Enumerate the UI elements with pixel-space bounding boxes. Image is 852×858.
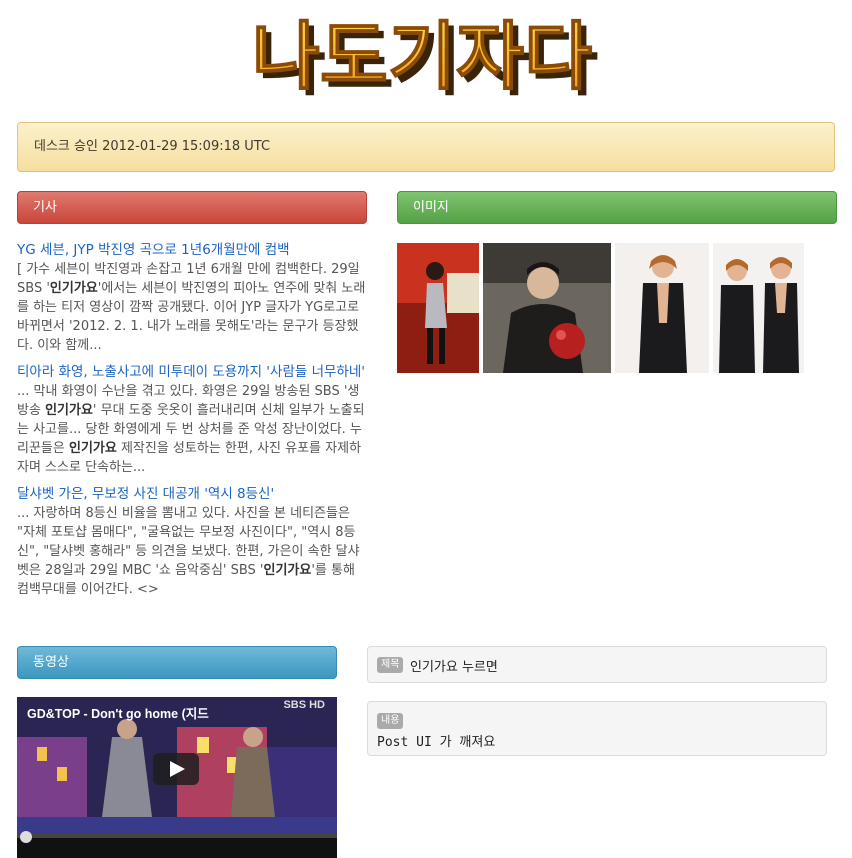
play-button-icon[interactable] <box>153 753 199 785</box>
approval-alert: 데스크 승인 2012-01-29 15:09:18 UTC <box>17 122 835 172</box>
gallery-photo-3[interactable] <box>615 243 709 373</box>
gallery-photo-4[interactable] <box>713 243 804 373</box>
post-content-tag: 내용 <box>377 713 404 729</box>
progress-knob[interactable] <box>20 831 32 843</box>
article-title-link[interactable]: YG 세븐, JYP 박진영 곡으로 1년6개월만에 컴백 <box>17 241 369 260</box>
video-player[interactable]: GD&TOP - Don't go home (지드 SBS HD <box>17 697 337 858</box>
article-snippet: ... 자랑하며 8등신 비율을 뽐내고 있다. 사진을 본 네티즌들은 "자체… <box>17 506 360 597</box>
logo-text: 나도기자다 <box>252 14 592 100</box>
video-section-header: 동영상 <box>17 646 337 679</box>
gallery-photo-1[interactable] <box>397 243 479 373</box>
post-content-value: Post UI 가 깨져요 <box>377 735 496 750</box>
images-section-header: 이미지 <box>397 191 837 224</box>
post-title-box: 제목 인기가요 누르면 <box>367 646 827 683</box>
post-title-value: 인기가요 누르면 <box>410 660 498 675</box>
article-item: YG 세븐, JYP 박진영 곡으로 1년6개월만에 컴백 [ 가수 세븐이 박… <box>17 241 369 355</box>
article-item: 달샤벳 가은, 무보정 사진 대공개 '역시 8등신' ... 자랑하며 8등신… <box>17 485 369 599</box>
approval-text: 데스크 승인 2012-01-29 15:09:18 UTC <box>34 139 271 154</box>
video-title[interactable]: GD&TOP - Don't go home (지드 <box>27 703 209 722</box>
article-snippet: ... 막내 화영이 수난을 겪고 있다. 화영은 29일 방송된 SBS '생… <box>17 384 365 475</box>
channel-logo: SBS HD <box>283 699 325 711</box>
post-content-box: 내용 Post UI 가 깨져요 <box>367 701 827 756</box>
gallery-photo-2[interactable] <box>483 243 611 373</box>
video-controls[interactable] <box>17 838 337 858</box>
article-item: 티아라 화영, 노출사고에 미투데이 도용까지 '사람들 너무하네' ... 막… <box>17 363 369 477</box>
articles-section-header: 기사 <box>17 191 367 224</box>
article-title-link[interactable]: 달샤벳 가은, 무보정 사진 대공개 '역시 8등신' <box>17 485 369 504</box>
site-logo[interactable]: 나도기자다 나도기자다 <box>0 4 852 106</box>
article-title-link[interactable]: 티아라 화영, 노출사고에 미투데이 도용까지 '사람들 너무하네' <box>17 363 369 382</box>
post-title-tag: 제목 <box>377 657 404 673</box>
article-list: YG 세븐, JYP 박진영 곡으로 1년6개월만에 컴백 [ 가수 세븐이 박… <box>17 241 369 607</box>
article-snippet: [ 가수 세븐이 박진영과 손잡고 1년 6개월 만에 컴백한다. 29일 SB… <box>17 262 366 353</box>
